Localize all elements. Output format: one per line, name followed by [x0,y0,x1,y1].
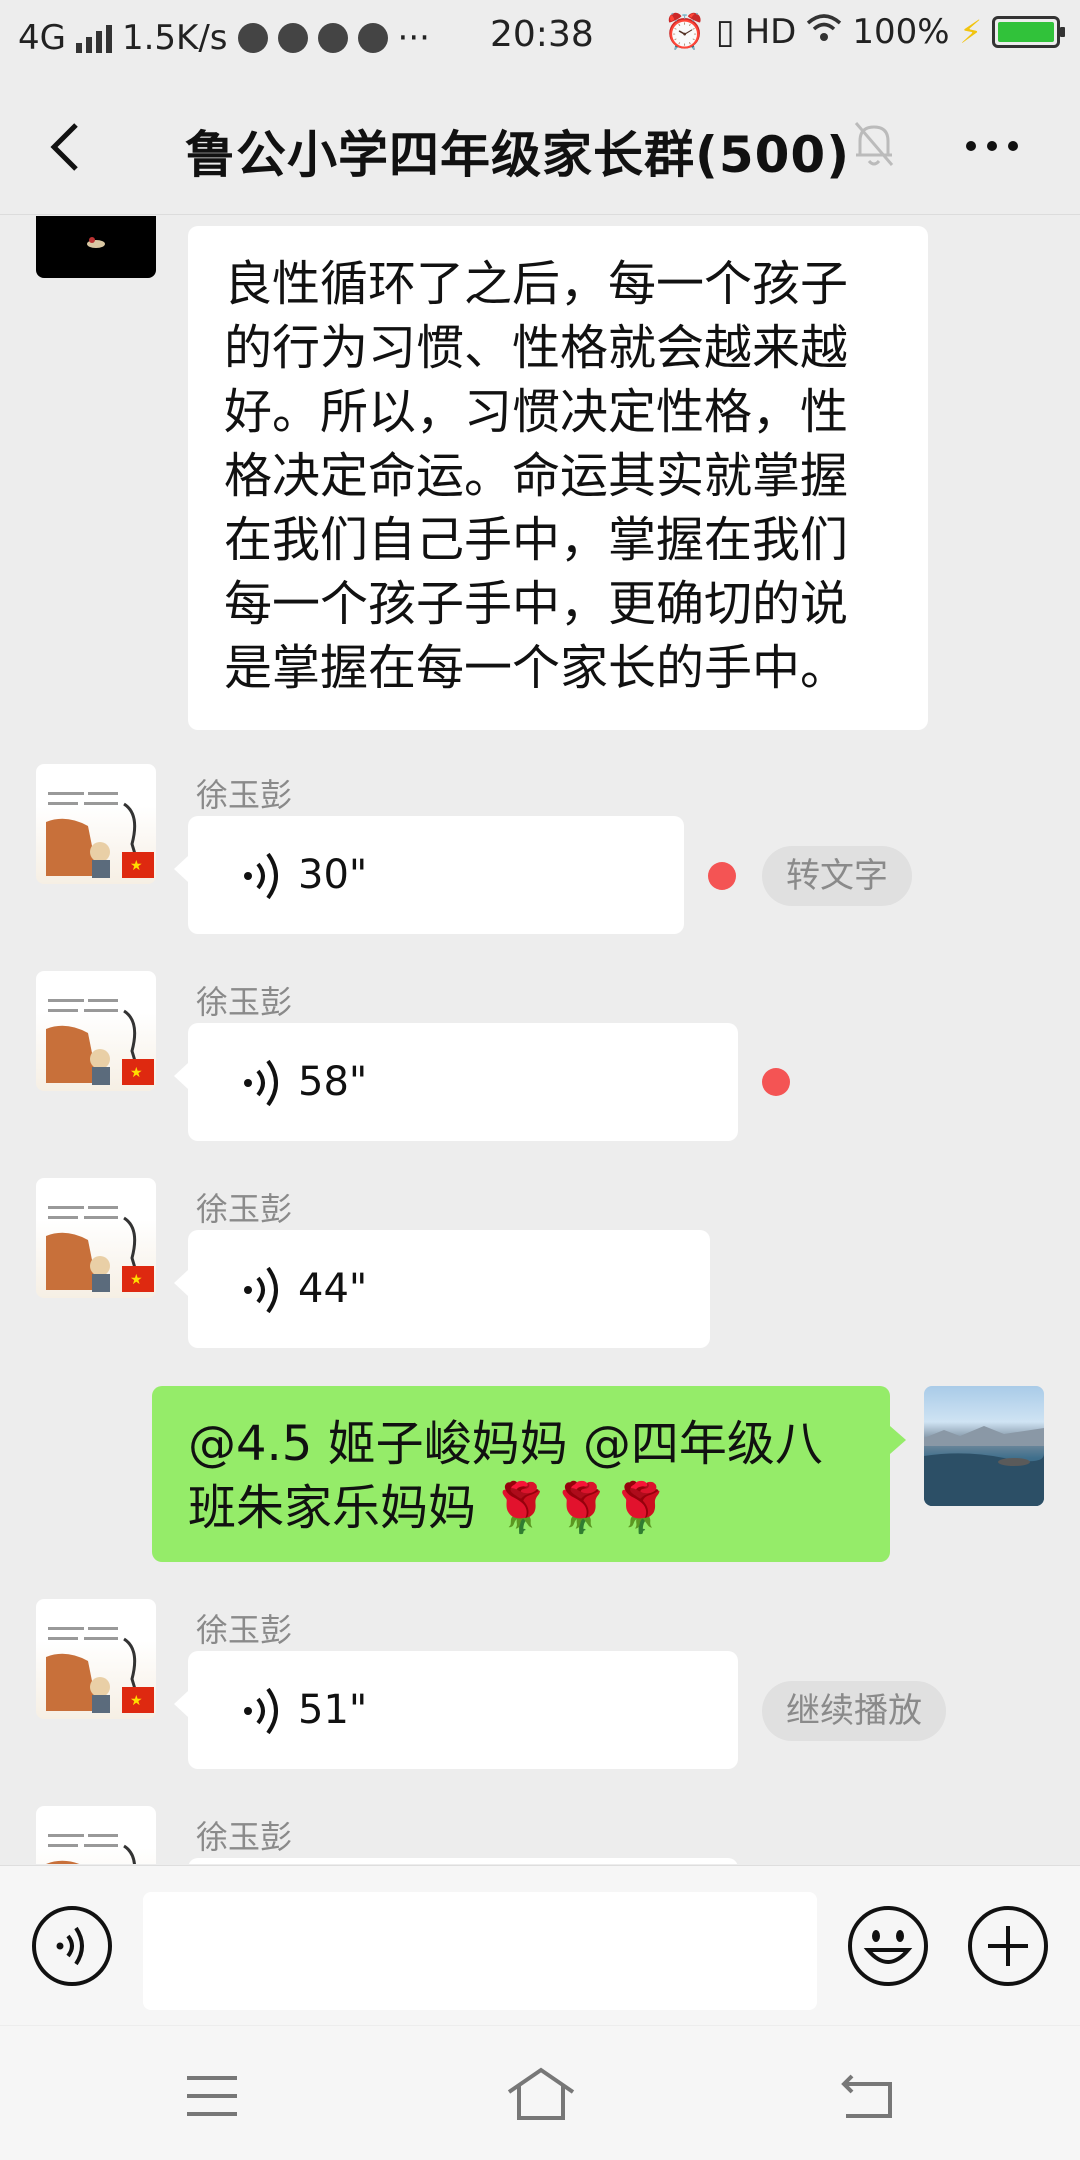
message-line: 良性循环了之后，每一个孩子 [224,256,849,312]
svg-text:★: ★ [130,858,143,874]
self-avatar[interactable] [924,1386,1044,1506]
message-line: @4.5 姬子峻妈妈 @四年级八 [188,1416,823,1472]
vibrate-icon: ▯ [715,12,735,52]
battery-icon [992,16,1065,48]
hd-label: HD [744,12,797,52]
sender-name: 徐玉彭 [196,1611,293,1649]
svg-text:★: ★ [130,1693,143,1709]
voice-input-icon[interactable] [30,1904,114,1988]
message-line: 班朱家乐妈妈 🌹🌹🌹 [188,1480,671,1536]
voice-wave-icon [244,1266,278,1314]
sender-name: 徐玉彭 [196,776,293,814]
voice-duration: 51" [298,1687,368,1733]
self-message-bubble[interactable]: @4.5 姬子峻妈妈 @四年级八 班朱家乐妈妈 🌹🌹🌹 [152,1386,906,1562]
avatar[interactable]: ★ [36,971,156,1091]
qq-icon [317,22,348,53]
message-line: 在我们自己手中，掌握在我们 [224,512,849,568]
emoji-icon[interactable] [846,1904,930,1988]
input-bar [0,1865,1080,2025]
voice-message-bubble[interactable]: 51" [174,1651,738,1769]
network-speed: 1.5K/s [121,17,228,58]
network-label: 4G [18,17,66,58]
message-line: 是掌握在每一个家长的手中。 [224,640,849,696]
continue-playing-button[interactable]: 继续播放 [762,1681,946,1741]
sender-name: 徐玉彭 [196,1190,293,1228]
voice-wave-icon [244,852,278,900]
voice-duration: 30" [298,852,368,898]
message-line: 好。所以，习惯决定性格，性 [224,384,849,440]
sender-name: 徐玉彭 [196,1818,293,1856]
notification-icon [277,22,308,53]
home-icon[interactable] [505,2064,577,2124]
alarm-icon: ⏰ [663,12,706,52]
convert-to-text-button[interactable]: 转文字 [762,846,912,906]
message-input[interactable] [143,1892,817,2010]
voice-message-bubble[interactable]: 44" [174,1230,710,1348]
svg-text:★: ★ [130,1065,143,1081]
status-bar: 4G 1.5K/s ··· 20:38 ⏰ ▯ HD 100% ⚡ [0,0,1080,75]
signal-icon [75,23,112,53]
chat-header: 鲁公小学四年级家长群(500) [0,75,1080,215]
message-bubble[interactable]: 良性循环了之后，每一个孩子 的行为习惯、性格就会越来越 好。所以，习惯决定性格，… [188,226,928,730]
more-notifications-icon: ··· [397,17,430,58]
chat-message-list[interactable]: 良性循环了之后，每一个孩子 的行为习惯、性格就会越来越 好。所以，习惯决定性格，… [0,216,1080,1864]
status-time: 20:38 [490,14,594,55]
browser-icon [357,22,388,53]
voice-message-bubble[interactable] [188,1858,738,1864]
avatar[interactable]: ★ [36,1178,156,1298]
charging-icon: ⚡ [959,13,982,51]
avatar[interactable]: ★ [36,764,156,884]
battery-percent: 100% [852,12,950,52]
avatar[interactable] [36,216,156,278]
add-more-icon[interactable] [966,1904,1050,1988]
back-icon[interactable] [40,117,100,177]
voice-wave-icon [244,1687,278,1735]
unread-dot [708,862,736,890]
back-nav-icon[interactable] [840,2070,896,2120]
message-line: 的行为习惯、性格就会越来越 [224,320,849,376]
sender-name: 徐玉彭 [196,983,293,1021]
avatar[interactable] [36,1806,156,1864]
avatar[interactable]: ★ [36,1599,156,1719]
system-nav-bar [0,2026,1080,2160]
svg-text:★: ★ [130,1272,143,1288]
cloud-icon [237,22,268,53]
chat-title: 鲁公小学四年级家长群(500) [185,126,851,184]
voice-duration: 44" [298,1266,368,1312]
message-line: 每一个孩子手中，更确切的说 [224,576,849,632]
message-line: 格决定命运。命运其实就掌握 [224,448,849,504]
menu-icon[interactable] [185,2074,239,2118]
voice-wave-icon [244,1059,278,1107]
wifi-icon [806,12,842,52]
more-options-icon[interactable] [966,141,1018,151]
voice-message-bubble[interactable]: 30" [174,816,684,934]
unread-dot [762,1068,790,1096]
mute-bell-icon [854,122,894,166]
voice-duration: 58" [298,1059,368,1105]
voice-message-bubble[interactable]: 58" [174,1023,738,1141]
